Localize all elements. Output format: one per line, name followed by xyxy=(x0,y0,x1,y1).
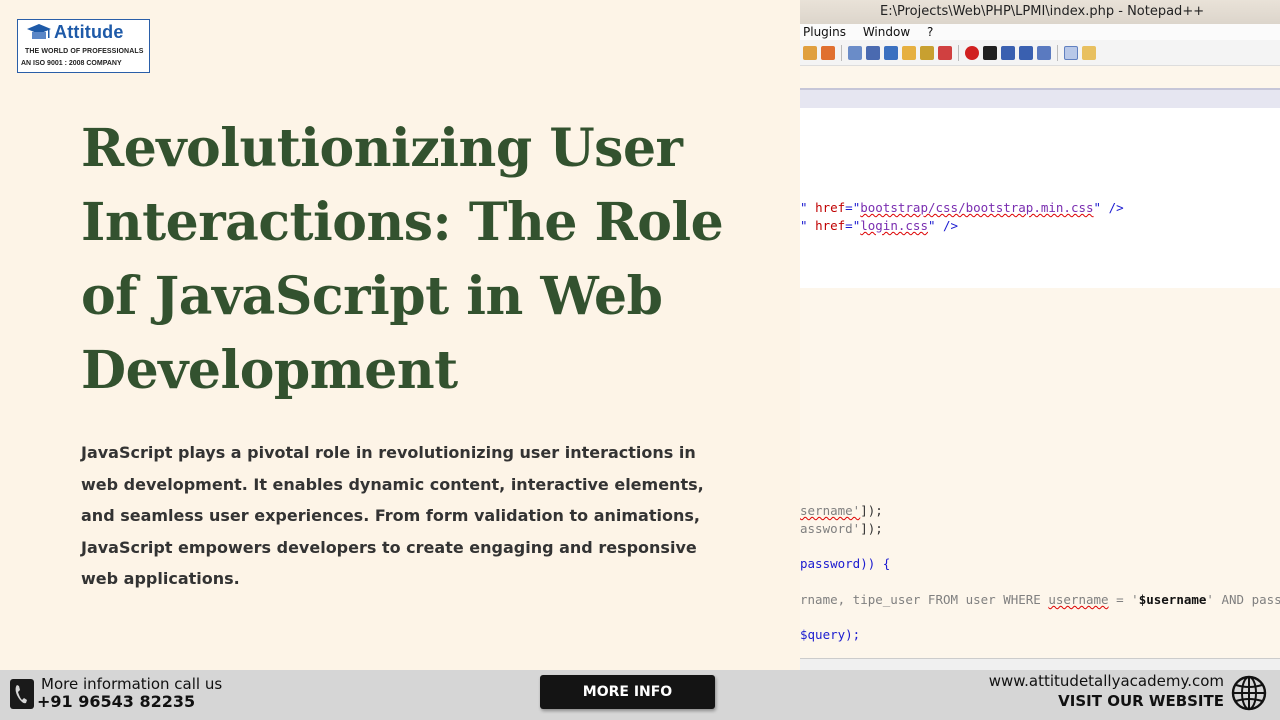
code-line-username: sername']); xyxy=(800,503,883,518)
graduation-cap-icon xyxy=(27,23,51,39)
website-link[interactable]: www.attitudetallyacademy.com xyxy=(989,672,1224,690)
logo-tagline: THE WORLD OF PROFESSIONALS xyxy=(25,48,144,55)
editor-statusbar xyxy=(800,658,1280,670)
editor-tabstrip xyxy=(800,88,1280,108)
wrap-icon[interactable] xyxy=(848,45,862,60)
code-line-query: rname, tipe_user FROM user WHERE usernam… xyxy=(800,592,1280,607)
menu-item-plugins[interactable]: Plugins xyxy=(803,25,846,39)
logo-top: Attitude xyxy=(26,22,124,43)
globe-icon[interactable] xyxy=(1231,675,1267,711)
code-line-condition: password)) { xyxy=(800,556,891,571)
editor-toolbar xyxy=(800,40,1280,66)
code-line-query-call: $query); xyxy=(800,627,861,642)
doc-map-icon[interactable] xyxy=(902,45,916,60)
run-macro-multiple-icon[interactable] xyxy=(1019,45,1033,60)
stop-macro-icon[interactable] xyxy=(983,45,997,60)
toolbar-separator xyxy=(841,44,842,61)
code-area-highlight xyxy=(800,108,1280,288)
description-text: JavaScript plays a pivotal role in revol… xyxy=(81,443,704,588)
function-list-icon[interactable] xyxy=(920,45,934,60)
spellcheck-icon[interactable] xyxy=(1064,45,1078,60)
find-icon[interactable] xyxy=(803,45,817,60)
footer-bar: More information call us +91 96543 82235… xyxy=(0,670,1280,720)
play-macro-icon[interactable] xyxy=(1001,45,1015,60)
editor-menubar: Plugins Window ? xyxy=(800,24,1280,40)
code-line-password: assword']); xyxy=(800,521,883,536)
toolbar-separator xyxy=(958,44,959,61)
call-label: More information call us xyxy=(41,675,223,693)
editor-titlebar: E:\Projects\Web\PHP\LPMI\index.php - Not… xyxy=(800,0,1280,24)
code-line-css2: " href="login.css" /> xyxy=(800,218,959,233)
page-title: Revolutionizing User Interactions: The R… xyxy=(81,118,724,401)
logo-certification: AN ISO 9001 : 2008 COMPANY xyxy=(21,60,122,67)
menu-item-help[interactable]: ? xyxy=(927,25,933,39)
code-line-css1: " href="bootstrap/css/bootstrap.min.css"… xyxy=(800,200,1124,215)
folder-workspace-icon[interactable] xyxy=(938,45,952,60)
replace-icon[interactable] xyxy=(821,45,835,60)
phone-number[interactable]: +91 96543 82235 xyxy=(37,692,195,711)
toolbar-separator xyxy=(1057,44,1058,61)
plugin-icon[interactable] xyxy=(1082,45,1096,60)
visit-website-label[interactable]: VISIT OUR WEBSITE xyxy=(1058,692,1224,710)
menu-item-window[interactable]: Window xyxy=(863,25,910,39)
record-macro-icon[interactable] xyxy=(965,45,979,60)
pilcrow-icon[interactable] xyxy=(866,45,880,60)
company-logo: Attitude THE WORLD OF PROFESSIONALS AN I… xyxy=(17,19,150,73)
code-editor-screenshot: E:\Projects\Web\PHP\LPMI\index.php - Not… xyxy=(800,0,1280,670)
phone-icon xyxy=(10,679,34,709)
indent-guide-icon[interactable] xyxy=(884,45,898,60)
logo-brand-name: Attitude xyxy=(54,22,124,42)
save-macro-icon[interactable] xyxy=(1037,45,1051,60)
more-info-button[interactable]: MORE INFO xyxy=(540,675,715,709)
